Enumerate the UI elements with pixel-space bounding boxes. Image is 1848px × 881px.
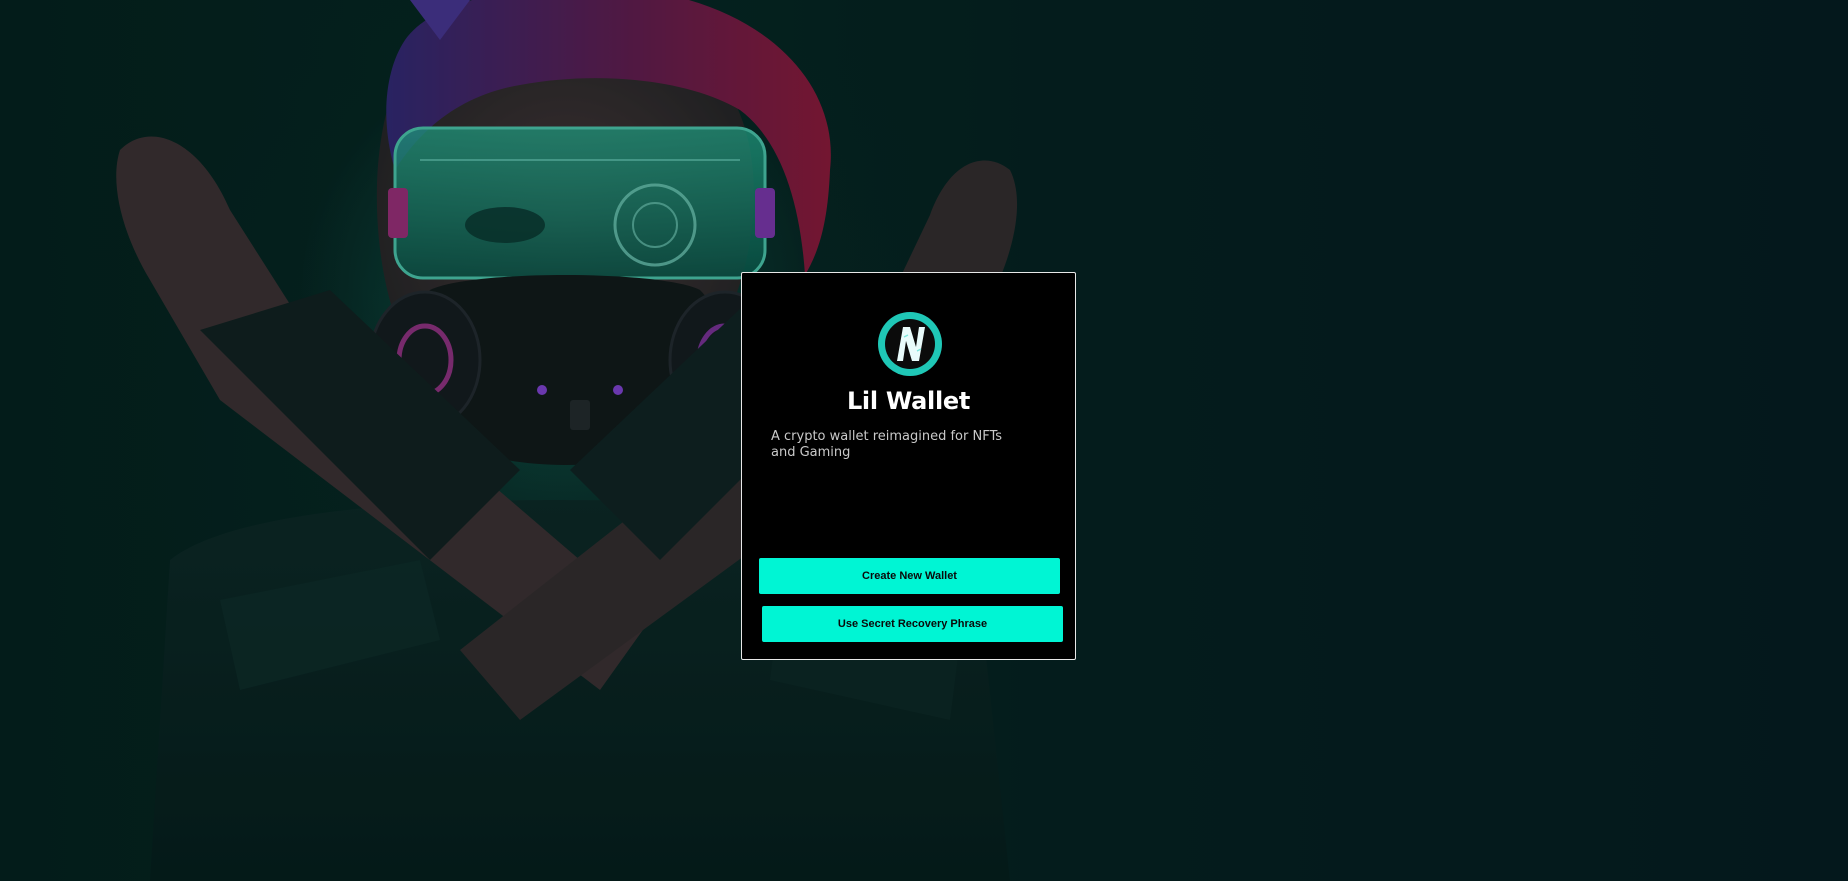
app-subtitle: A crypto wallet reimagined for NFTs and …	[771, 429, 1003, 460]
app-title: Lil Wallet	[846, 387, 971, 415]
onboarding-screen: Lil Wallet A crypto wallet reimagined fo…	[0, 0, 1848, 881]
lil-wallet-logo-icon	[878, 312, 942, 376]
welcome-card: Lil Wallet A crypto wallet reimagined fo…	[741, 272, 1076, 660]
create-new-wallet-button[interactable]: Create New Wallet	[759, 558, 1060, 594]
use-secret-recovery-phrase-button[interactable]: Use Secret Recovery Phrase	[762, 606, 1063, 642]
